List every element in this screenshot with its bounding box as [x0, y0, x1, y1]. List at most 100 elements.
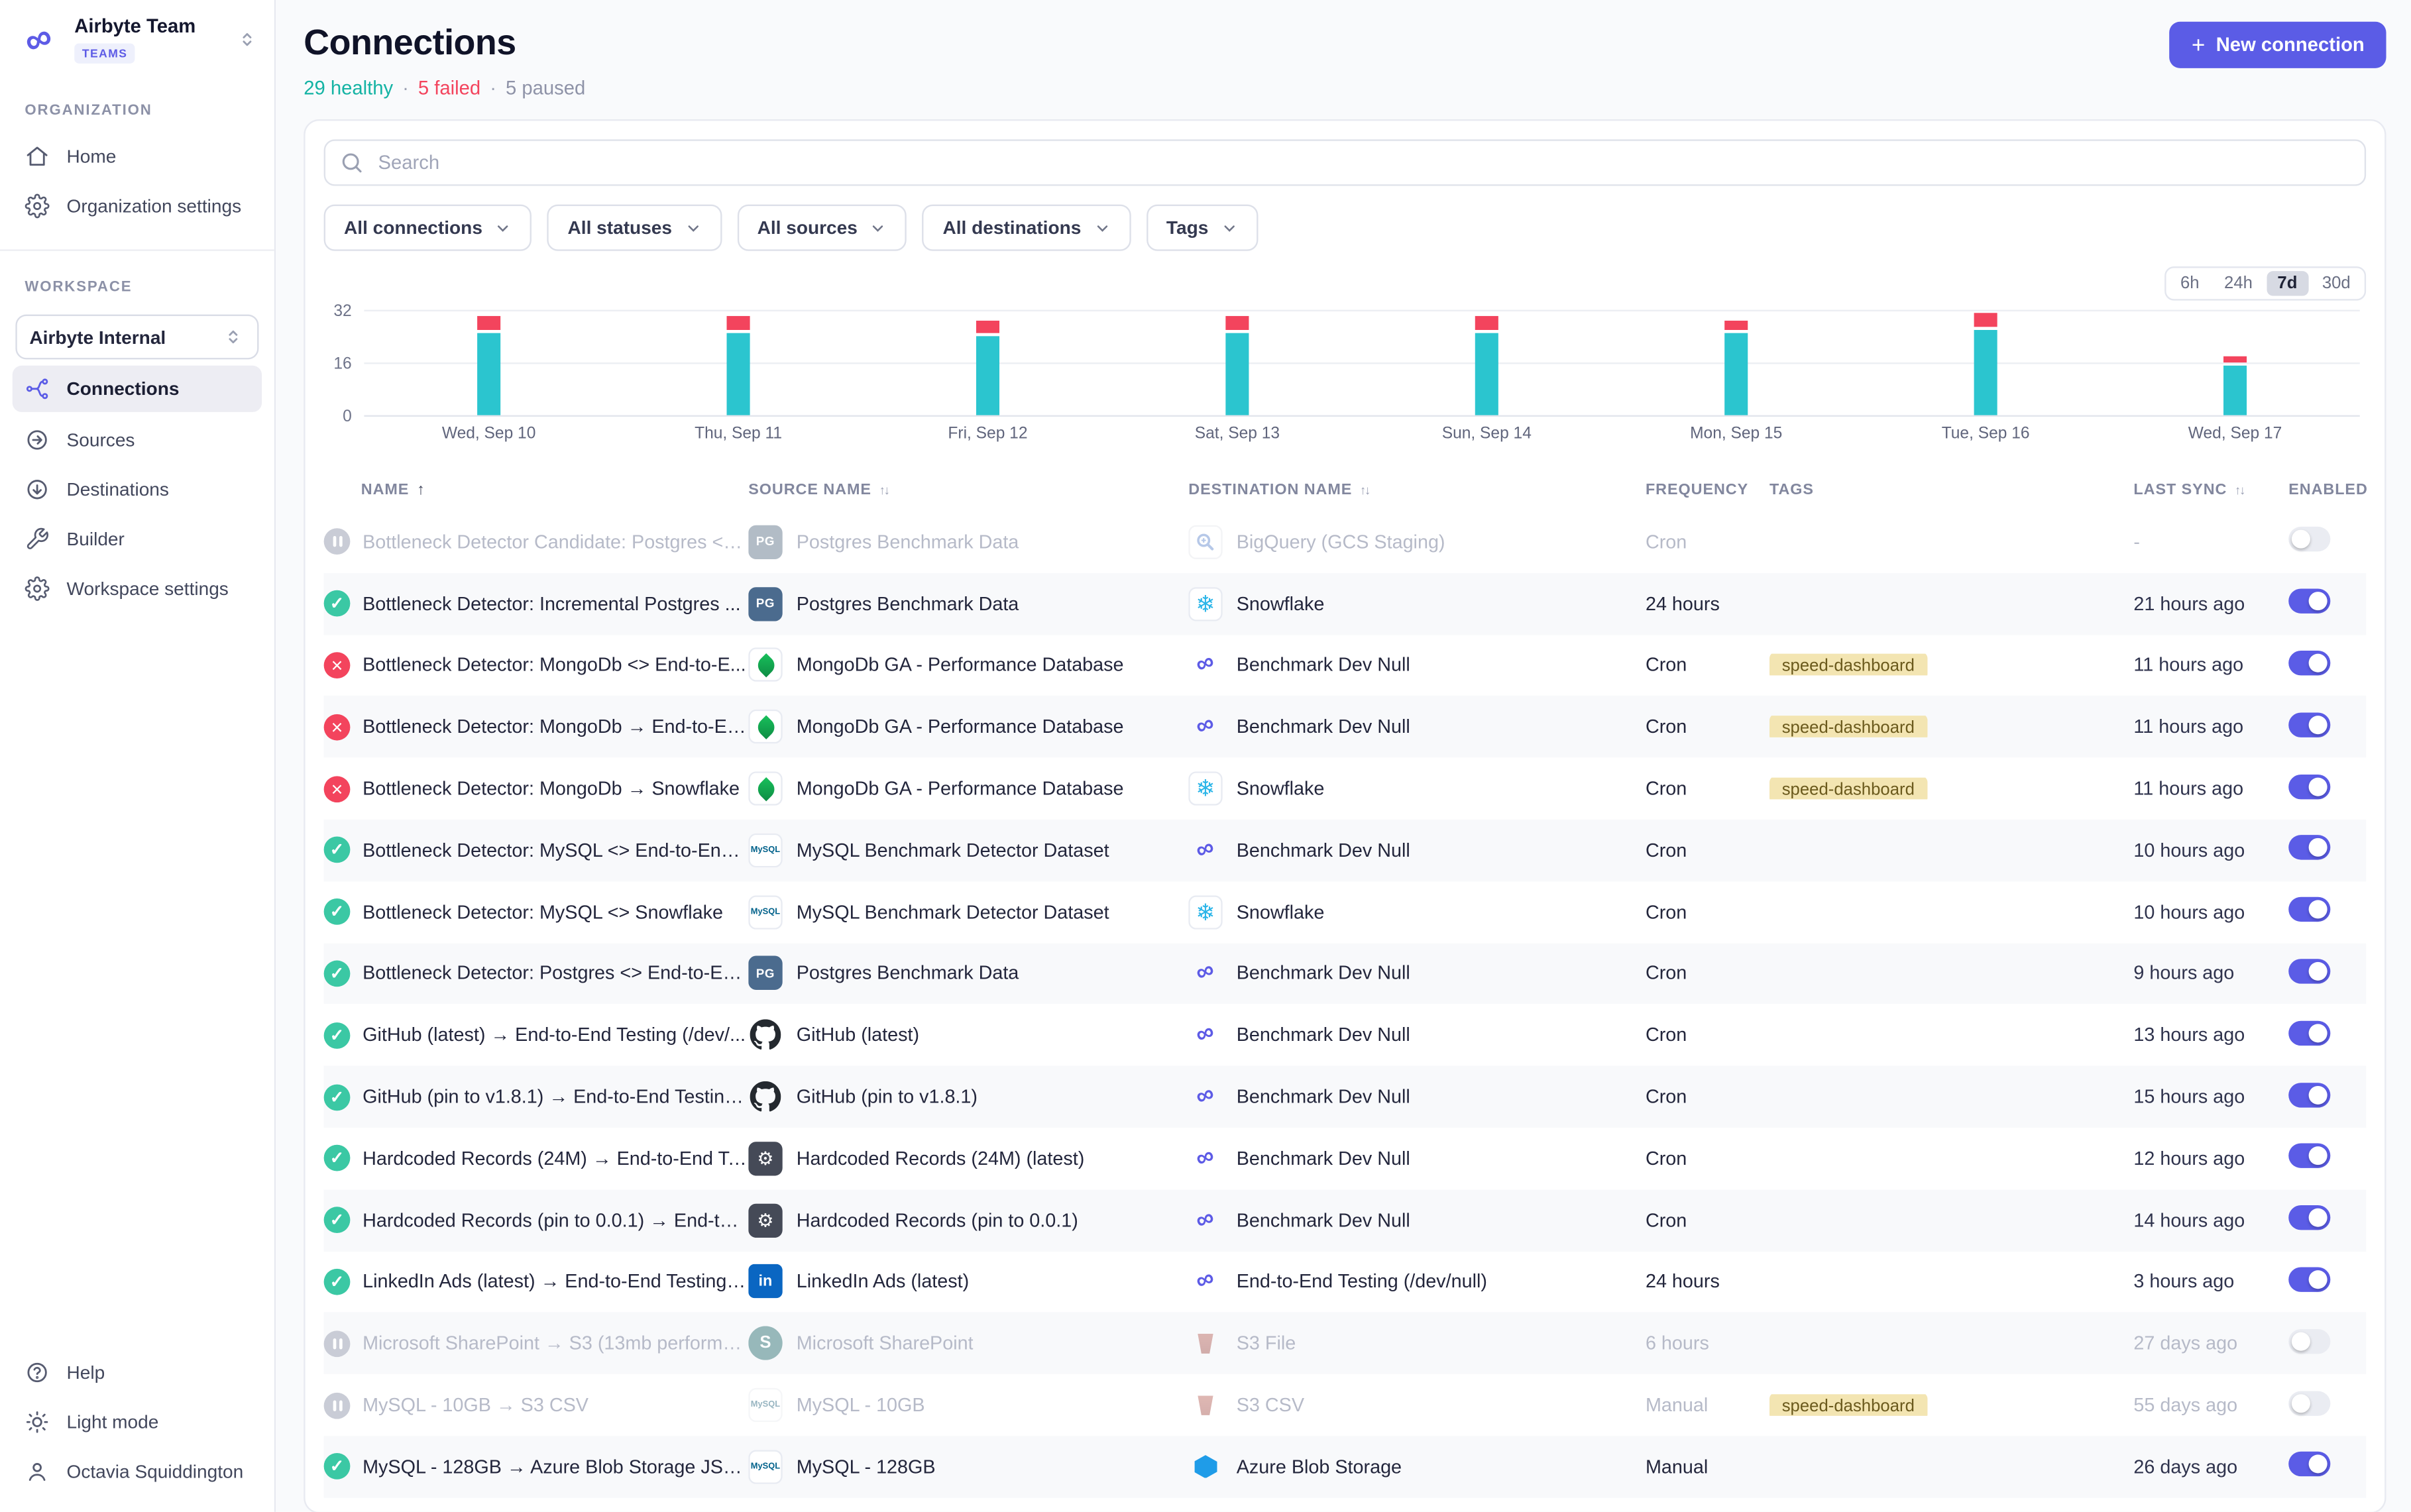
- last-sync-cell: 27 days ago: [2133, 1332, 2288, 1354]
- connection-row[interactable]: ✓GitHub (pin to v1.8.1) → End-to-End Tes…: [324, 1066, 2366, 1128]
- tag-badge[interactable]: speed-dashboard: [1769, 778, 1927, 800]
- column-name[interactable]: NAME↑: [361, 481, 749, 498]
- connection-row[interactable]: ✓Hardcoded Records (pin to 0.0.1) → End-…: [324, 1189, 2366, 1251]
- range-6h[interactable]: 6h: [2170, 271, 2210, 296]
- tag-badge[interactable]: speed-dashboard: [1769, 716, 1927, 738]
- sidebar-item-light-mode[interactable]: Light mode: [0, 1397, 274, 1447]
- sidebar-item-help[interactable]: Help: [0, 1348, 274, 1397]
- sidebar-item-label: Workspace settings: [67, 578, 229, 600]
- chart-bar[interactable]: [2223, 356, 2247, 415]
- filter-all-destinations[interactable]: All destinations: [923, 205, 1131, 251]
- column-last-sync[interactable]: LAST SYNC↑↓: [2133, 481, 2288, 498]
- sidebar-item-builder[interactable]: Builder: [0, 514, 274, 564]
- connection-row[interactable]: ×Bottleneck Detector: MongoDb <> End-to-…: [324, 635, 2366, 696]
- chart-bar-failed-segment: [477, 317, 500, 330]
- chart-bar[interactable]: [1724, 320, 1748, 415]
- destination-name: Benchmark Dev Null: [1237, 839, 1410, 861]
- connection-row[interactable]: ×Bottleneck Detector: MongoDb → Snowflak…: [324, 758, 2366, 820]
- filter-all-connections[interactable]: All connections: [324, 205, 532, 251]
- column-source-name[interactable]: SOURCE NAME↑↓: [748, 481, 1188, 498]
- source-cell: MySQLMySQL - 10GB: [748, 1388, 1188, 1422]
- filter-label: All statuses: [568, 217, 672, 239]
- chart-bar[interactable]: [1974, 313, 1997, 415]
- source-cell: ⚙Hardcoded Records (24M) (latest): [748, 1142, 1188, 1175]
- chart-bar[interactable]: [1475, 317, 1498, 415]
- connection-name: Hardcoded Records (24M) → End-to-End Te.…: [361, 1148, 749, 1169]
- enabled-toggle[interactable]: [2288, 1020, 2330, 1045]
- enabled-toggle[interactable]: [2288, 1205, 2330, 1230]
- sidebar-item-destinations[interactable]: Destinations: [0, 464, 274, 514]
- chart-bar-success-segment: [1974, 329, 1997, 415]
- sidebar-item-organization-settings[interactable]: Organization settings: [0, 182, 274, 231]
- new-connection-button[interactable]: + New connection: [2170, 22, 2386, 68]
- enabled-toggle[interactable]: [2288, 836, 2330, 860]
- org-switcher[interactable]: ∞ Airbyte Team TEAMS: [0, 0, 274, 74]
- sidebar-item-sources[interactable]: Sources: [0, 415, 274, 465]
- column-destination-name[interactable]: DESTINATION NAME↑↓: [1188, 481, 1646, 498]
- status-success-icon: ✓: [324, 1207, 351, 1234]
- sidebar-item-home[interactable]: Home: [0, 132, 274, 182]
- sidebar-item-label: Organization settings: [67, 195, 242, 217]
- sidebar-item-label: Home: [67, 146, 117, 168]
- search-input[interactable]: [324, 139, 2366, 186]
- connection-row[interactable]: ×Bottleneck Detector: MongoDb → End-to-E…: [324, 696, 2366, 758]
- enabled-toggle[interactable]: [2288, 1452, 2330, 1477]
- connection-row[interactable]: ✓Bottleneck Detector: MySQL <> Snowflake…: [324, 881, 2366, 943]
- enabled-toggle[interactable]: [2288, 897, 2330, 922]
- main-content: Connections 29 healthy · 5 failed · 5 pa…: [276, 0, 2411, 1512]
- destination-name: Benchmark Dev Null: [1237, 963, 1410, 985]
- chart-y-axis: 01632: [324, 310, 364, 415]
- chart-bar[interactable]: [727, 317, 750, 415]
- range-24h[interactable]: 24h: [2214, 271, 2264, 296]
- chart-bar[interactable]: [1225, 317, 1249, 415]
- enabled-toggle[interactable]: [2288, 589, 2330, 614]
- sidebar-item-workspace-settings[interactable]: Workspace settings: [0, 564, 274, 614]
- connection-row[interactable]: ✓Hardcoded Records (24M) → End-to-End Te…: [324, 1128, 2366, 1189]
- range-30d[interactable]: 30d: [2311, 271, 2361, 296]
- enabled-toggle[interactable]: [2288, 1390, 2330, 1415]
- filter-all-sources[interactable]: All sources: [737, 205, 907, 251]
- chart-plot-area: Wed, Sep 10Thu, Sep 11Fri, Sep 12Sat, Se…: [364, 310, 2359, 443]
- enabled-cell: [2288, 897, 2366, 926]
- enabled-toggle[interactable]: [2288, 959, 2330, 983]
- connection-row[interactable]: ✓Bottleneck Detector: Postgres <> End-to…: [324, 943, 2366, 1004]
- range-7d[interactable]: 7d: [2267, 271, 2308, 296]
- connection-name: GitHub (latest) → End-to-End Testing (/d…: [361, 1024, 749, 1046]
- last-sync-cell: 10 hours ago: [2133, 839, 2288, 861]
- chart-bars: Wed, Sep 10Thu, Sep 11Fri, Sep 12Sat, Se…: [364, 310, 2359, 443]
- sources-icon: [25, 427, 49, 452]
- filter-label: All connections: [344, 217, 482, 239]
- enabled-toggle[interactable]: [2288, 712, 2330, 737]
- connection-row[interactable]: ✓LinkedIn Ads (latest) → End-to-End Test…: [324, 1251, 2366, 1313]
- filter-all-statuses[interactable]: All statuses: [547, 205, 722, 251]
- enabled-toggle[interactable]: [2288, 527, 2330, 552]
- workspace-selector[interactable]: Airbyte Internal: [15, 315, 258, 360]
- frequency-cell: 24 hours: [1646, 1271, 1769, 1293]
- connection-row[interactable]: MySQL - 10GB → S3 CSVMySQLMySQL - 10GBS3…: [324, 1374, 2366, 1436]
- connection-row[interactable]: ✓Bottleneck Detector: Incremental Postgr…: [324, 573, 2366, 635]
- column-label: TAGS: [1769, 481, 1814, 498]
- filter-tags[interactable]: Tags: [1147, 205, 1259, 251]
- sidebar-item-connections[interactable]: Connections: [13, 366, 262, 412]
- connection-row[interactable]: ✓Bottleneck Detector: MySQL <> End-to-En…: [324, 820, 2366, 881]
- enabled-toggle[interactable]: [2288, 1144, 2330, 1168]
- enabled-toggle[interactable]: [2288, 651, 2330, 675]
- filter-label: All destinations: [942, 217, 1081, 239]
- enabled-toggle[interactable]: [2288, 1082, 2330, 1107]
- chart-bar[interactable]: [477, 317, 500, 415]
- connection-row[interactable]: ✓GitHub (latest) → End-to-End Testing (/…: [324, 1004, 2366, 1066]
- connection-row[interactable]: Bottleneck Detector Candidate: Postgres …: [324, 512, 2366, 573]
- source-name: Postgres Benchmark Data: [797, 593, 1019, 615]
- connection-row[interactable]: Microsoft SharePoint → S3 (13mb performa…: [324, 1313, 2366, 1374]
- enabled-toggle[interactable]: [2288, 1267, 2330, 1291]
- tag-badge[interactable]: speed-dashboard: [1769, 655, 1927, 676]
- enabled-toggle[interactable]: [2288, 1328, 2330, 1353]
- chart-bar[interactable]: [976, 320, 999, 415]
- enabled-toggle[interactable]: [2288, 774, 2330, 798]
- enabled-cell: [2288, 1082, 2366, 1111]
- connections-icon: [25, 376, 49, 401]
- sidebar-item-user-account[interactable]: Octavia Squiddington: [0, 1447, 274, 1497]
- connection-row[interactable]: ✓MySQL - 128GB → Azure Blob Storage JSOn…: [324, 1436, 2366, 1497]
- tag-badge[interactable]: speed-dashboard: [1769, 1394, 1927, 1416]
- destination-cell: ∞Benchmark Dev Null: [1188, 1018, 1646, 1052]
